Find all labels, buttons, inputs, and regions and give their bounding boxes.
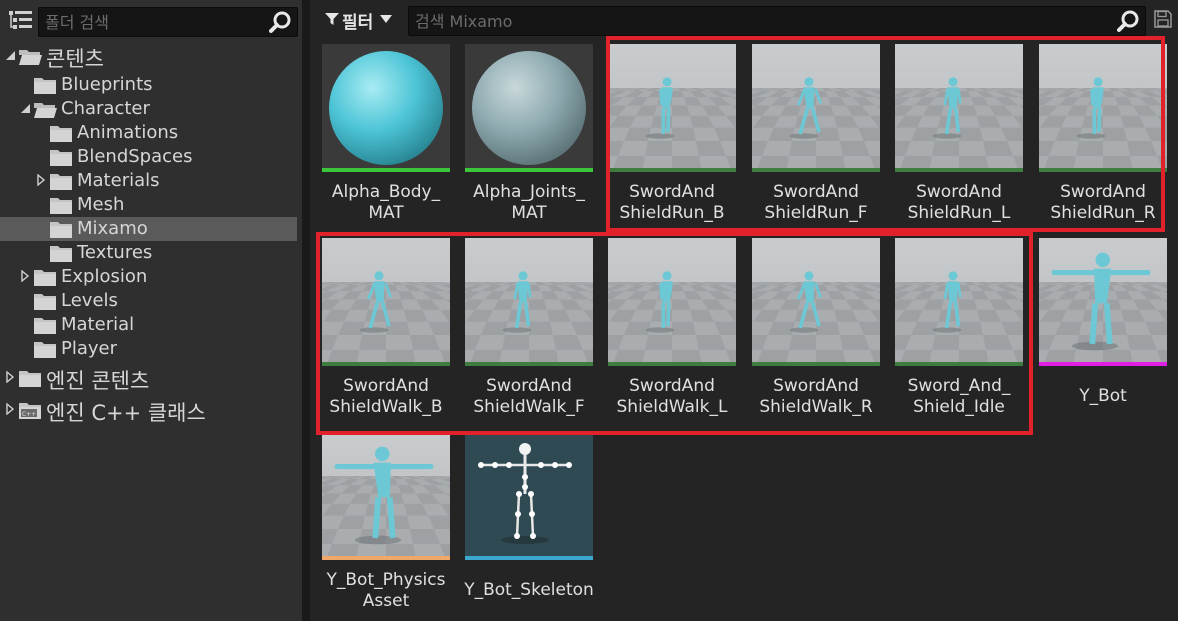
folder-label: Mixamo bbox=[77, 218, 148, 239]
asset-name-line1: Alpha_Joints_ bbox=[473, 182, 585, 202]
folder-label: 엔진 C++ 클래스 bbox=[46, 401, 206, 425]
folder-label: Levels bbox=[61, 290, 118, 311]
folder-콘텐츠[interactable]: 콘텐츠 bbox=[0, 44, 297, 71]
folder-label: Blueprints bbox=[61, 74, 153, 95]
asset-name: Y_Bot bbox=[1029, 386, 1177, 407]
folder-icon bbox=[34, 318, 56, 334]
asset-panel: 필터 Alpha_Body_MATAlpha_Joints_MATSwordAn… bbox=[310, 0, 1178, 621]
expanded-arrow-icon[interactable] bbox=[19, 102, 31, 114]
folder-mesh[interactable]: Mesh bbox=[0, 193, 297, 217]
asset-thumbnail bbox=[465, 44, 593, 172]
highlight-walk-group bbox=[316, 232, 1033, 435]
folder-material[interactable]: Material bbox=[0, 313, 297, 337]
folder-icon bbox=[34, 270, 56, 286]
folder-label: 엔진 콘텐츠 bbox=[46, 369, 150, 393]
folder-panel: 콘텐츠 Blueprints Character Animations BlendSpa… bbox=[0, 0, 302, 621]
asset-type-bar bbox=[465, 168, 593, 172]
folder-character[interactable]: Character bbox=[0, 97, 297, 121]
folder-icon bbox=[34, 342, 56, 358]
filter-button[interactable]: 필터 bbox=[324, 8, 398, 33]
asset-name: Alpha_Body_ MAT bbox=[312, 182, 460, 224]
folder-label: Material bbox=[61, 314, 135, 335]
folder-icon bbox=[34, 103, 57, 118]
folder-icon bbox=[50, 150, 72, 166]
expanded-arrow-icon[interactable] bbox=[4, 49, 16, 61]
folder-label: BlendSpaces bbox=[77, 146, 193, 167]
folder-search-input[interactable] bbox=[45, 8, 263, 36]
folder-blendspaces[interactable]: BlendSpaces bbox=[0, 145, 297, 169]
asset-name-line1: Y_Bot bbox=[1079, 386, 1127, 406]
asset-name-line1: Y_Bot_Physics bbox=[326, 570, 446, 590]
asset-name: Y_Bot_Skeleton bbox=[455, 580, 603, 601]
folder-icon bbox=[50, 198, 72, 214]
asset-thumbnail bbox=[322, 44, 450, 172]
asset-thumbnail bbox=[1039, 238, 1167, 366]
folder-levels[interactable]: Levels bbox=[0, 289, 297, 313]
asset-type-bar bbox=[322, 556, 450, 560]
folder-icon bbox=[19, 50, 42, 65]
asset-name: Y_Bot_Physics Asset bbox=[312, 570, 460, 612]
folder-icon bbox=[34, 294, 56, 310]
asset-tile[interactable]: Alpha_Joints_ MAT bbox=[465, 44, 593, 228]
folder-label: Textures bbox=[77, 242, 153, 263]
asset-tile[interactable]: Y_Bot_Skeleton bbox=[464, 432, 594, 616]
asset-type-bar bbox=[1039, 362, 1167, 366]
folder-icon bbox=[50, 222, 72, 238]
folder-animations[interactable]: Animations bbox=[0, 121, 297, 145]
search-icon[interactable] bbox=[1117, 9, 1141, 33]
folder-label: Mesh bbox=[77, 194, 125, 215]
folder-label: Player bbox=[61, 338, 118, 359]
svg-text:C++: C++ bbox=[22, 411, 36, 418]
collapsed-arrow-icon[interactable] bbox=[19, 270, 31, 282]
folder-label: Animations bbox=[77, 122, 179, 143]
save-search-icon[interactable] bbox=[1154, 10, 1172, 28]
folder-icon bbox=[50, 126, 72, 142]
folder-label: Explosion bbox=[61, 266, 148, 287]
asset-name-line2: MAT bbox=[511, 203, 547, 223]
folder-player[interactable]: Player bbox=[0, 337, 297, 361]
search-icon[interactable] bbox=[269, 10, 293, 34]
folder-mixamo[interactable]: Mixamo bbox=[0, 217, 297, 241]
folder-icon bbox=[19, 371, 41, 387]
folder-icon bbox=[50, 174, 72, 190]
asset-thumbnail bbox=[322, 432, 450, 560]
folder-materials[interactable]: Materials bbox=[0, 169, 297, 193]
folder-icon bbox=[50, 246, 72, 262]
chevron-down-icon bbox=[380, 15, 392, 23]
asset-name-line2: MAT bbox=[368, 203, 404, 223]
folder-엔진-콘텐츠[interactable]: 엔진 콘텐츠 bbox=[0, 366, 297, 393]
asset-search-input[interactable] bbox=[415, 7, 1111, 35]
asset-tile[interactable]: Y_Bot bbox=[1039, 238, 1167, 422]
funnel-icon bbox=[325, 13, 339, 25]
asset-thumbnail bbox=[465, 432, 593, 560]
folder-icon bbox=[34, 78, 56, 94]
cpp-folder-icon: C++ bbox=[19, 403, 41, 419]
filter-label: 필터 bbox=[342, 13, 374, 33]
folder-label: Character bbox=[61, 98, 150, 119]
tree-toggle-icon[interactable] bbox=[8, 9, 34, 31]
collapsed-arrow-icon[interactable] bbox=[4, 371, 16, 383]
folder-explosion[interactable]: Explosion bbox=[0, 265, 297, 289]
panel-splitter[interactable] bbox=[302, 0, 310, 621]
asset-name-line1: Alpha_Body_ bbox=[331, 182, 441, 202]
folder-blueprints[interactable]: Blueprints bbox=[0, 73, 297, 97]
folder-search-box[interactable] bbox=[38, 7, 298, 37]
highlight-run-group bbox=[606, 36, 1165, 232]
asset-type-bar bbox=[465, 556, 593, 560]
folder-label: 콘텐츠 bbox=[46, 47, 104, 71]
folder-textures[interactable]: Textures bbox=[0, 241, 297, 265]
asset-tile[interactable]: Y_Bot_Physics Asset bbox=[322, 432, 450, 616]
asset-type-bar bbox=[322, 168, 450, 172]
folder-label: Materials bbox=[77, 170, 160, 191]
folder-엔진-c++-클래스[interactable]: C++ 엔진 C++ 클래스 bbox=[0, 398, 297, 425]
asset-name-line2: Asset bbox=[362, 591, 410, 611]
asset-name-line1: Y_Bot_Skeleton bbox=[464, 580, 594, 600]
asset-name: Alpha_Joints_ MAT bbox=[455, 182, 603, 224]
collapsed-arrow-icon[interactable] bbox=[4, 403, 16, 415]
asset-search-box[interactable] bbox=[408, 6, 1146, 36]
collapsed-arrow-icon[interactable] bbox=[35, 174, 47, 186]
asset-tile[interactable]: Alpha_Body_ MAT bbox=[322, 44, 450, 228]
